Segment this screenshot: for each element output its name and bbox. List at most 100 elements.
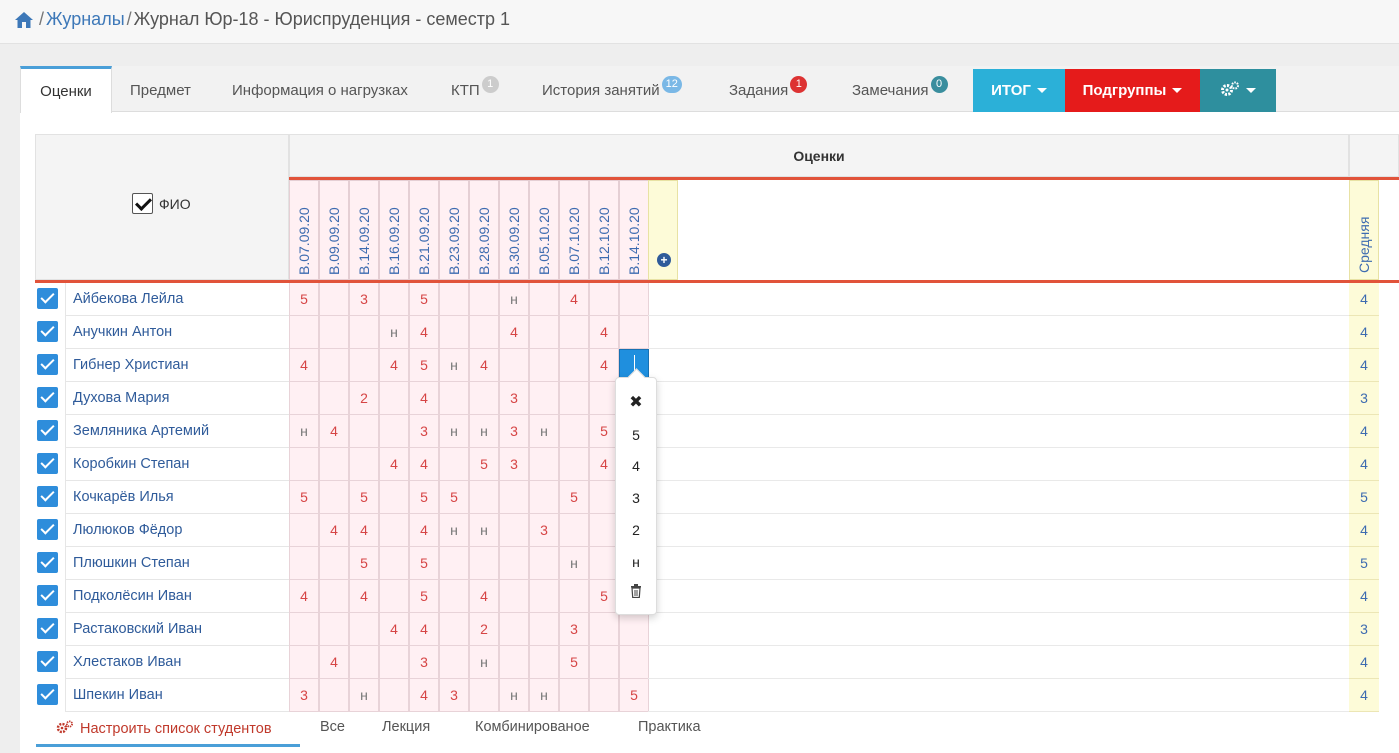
grade-cell[interactable]	[529, 613, 559, 646]
grade-cell[interactable]	[499, 514, 529, 547]
grade-cell[interactable]	[559, 580, 589, 613]
grade-cell[interactable]	[619, 316, 649, 349]
grade-cell[interactable]: 3	[499, 448, 529, 481]
tab-subject[interactable]: Предмет	[130, 66, 191, 112]
grade-cell[interactable]	[589, 679, 619, 712]
grade-cell[interactable]	[289, 316, 319, 349]
student-name-link[interactable]: Плюшкин Степан	[65, 547, 289, 580]
grade-cell[interactable]: н	[499, 283, 529, 316]
grade-cell[interactable]	[469, 316, 499, 349]
grade-cell[interactable]: 4	[409, 679, 439, 712]
tab-workload-info[interactable]: Информация о нагрузках	[232, 66, 408, 112]
grade-cell[interactable]	[499, 580, 529, 613]
grade-cell[interactable]: 5	[349, 481, 379, 514]
grade-cell[interactable]	[559, 382, 589, 415]
date-column-header[interactable]: В.07.10.20	[559, 180, 589, 280]
grade-cell[interactable]	[379, 382, 409, 415]
grade-cell[interactable]: 3	[559, 613, 589, 646]
grade-cell[interactable]	[379, 646, 409, 679]
student-checkbox[interactable]	[37, 321, 58, 342]
grade-cell[interactable]	[619, 613, 649, 646]
grade-cell[interactable]	[379, 283, 409, 316]
grade-cell[interactable]	[319, 316, 349, 349]
grade-cell[interactable]	[349, 613, 379, 646]
grade-cell[interactable]	[559, 679, 589, 712]
filter-combined[interactable]: Комбинированое	[475, 719, 590, 735]
itog-dropdown-button[interactable]: ИТОГ	[973, 69, 1065, 112]
grade-cell[interactable]: 3	[529, 514, 559, 547]
grade-cell[interactable]: 4	[409, 448, 439, 481]
student-checkbox[interactable]	[37, 420, 58, 441]
filter-lecture[interactable]: Лекция	[382, 719, 430, 735]
grade-cell[interactable]: 5	[349, 547, 379, 580]
grade-cell[interactable]	[379, 514, 409, 547]
grade-cell[interactable]	[319, 283, 349, 316]
tab-ktp[interactable]: КТП 1	[451, 66, 499, 112]
grade-cell[interactable]: н	[439, 349, 469, 382]
grade-option-absent[interactable]: н	[616, 554, 656, 570]
date-column-header[interactable]: В.30.09.20	[499, 180, 529, 280]
grade-option-5[interactable]: 5	[616, 427, 656, 443]
grade-cell[interactable]: 5	[409, 481, 439, 514]
grade-cell[interactable]	[439, 283, 469, 316]
student-name-link[interactable]: Кочкарёв Илья	[65, 481, 289, 514]
student-checkbox[interactable]	[37, 585, 58, 606]
date-column-header[interactable]: В.21.09.20	[409, 180, 439, 280]
date-column-header[interactable]: В.07.09.20	[289, 180, 319, 280]
grade-cell[interactable]: 5	[469, 448, 499, 481]
grade-cell[interactable]	[529, 382, 559, 415]
grade-cell[interactable]	[319, 547, 349, 580]
plus-circle-icon[interactable]: +	[657, 253, 671, 267]
grade-cell[interactable]	[469, 283, 499, 316]
student-name-link[interactable]: Земляника Артемий	[65, 415, 289, 448]
grade-cell[interactable]	[439, 448, 469, 481]
student-name-link[interactable]: Растаковский Иван	[65, 613, 289, 646]
grade-cell[interactable]: н	[499, 679, 529, 712]
grade-cell[interactable]: 4	[289, 580, 319, 613]
grade-cell[interactable]	[499, 349, 529, 382]
grade-cell[interactable]	[349, 646, 379, 679]
grade-cell[interactable]: 5	[559, 646, 589, 679]
date-column-header[interactable]: В.14.10.20	[619, 180, 649, 280]
grade-cell[interactable]: 3	[409, 415, 439, 448]
grade-cell[interactable]: 5	[619, 679, 649, 712]
grade-cell[interactable]	[529, 448, 559, 481]
grade-cell[interactable]: 5	[289, 283, 319, 316]
grade-cell[interactable]: 4	[349, 514, 379, 547]
grade-cell[interactable]	[379, 580, 409, 613]
subgroups-dropdown-button[interactable]: Подгруппы	[1065, 69, 1200, 112]
grade-cell[interactable]: 4	[289, 349, 319, 382]
student-checkbox[interactable]	[37, 519, 58, 540]
grade-cell[interactable]	[469, 382, 499, 415]
add-lesson-column[interactable]: +	[648, 180, 678, 280]
grade-cell[interactable]: 4	[559, 283, 589, 316]
student-name-link[interactable]: Коробкин Степан	[65, 448, 289, 481]
student-checkbox[interactable]	[37, 651, 58, 672]
date-column-header[interactable]: В.16.09.20	[379, 180, 409, 280]
student-name-link[interactable]: Анучкин Антон	[65, 316, 289, 349]
grade-cell[interactable]	[529, 646, 559, 679]
grade-cell[interactable]: н	[439, 415, 469, 448]
grade-cell[interactable]: 4	[589, 316, 619, 349]
grade-cell[interactable]	[379, 415, 409, 448]
grade-cell[interactable]: 4	[409, 613, 439, 646]
grade-cell[interactable]: 5	[409, 580, 439, 613]
grade-cell[interactable]	[439, 580, 469, 613]
grade-cell[interactable]: 4	[379, 613, 409, 646]
grade-cell[interactable]	[619, 646, 649, 679]
grade-cell[interactable]: н	[469, 646, 499, 679]
configure-students-button[interactable]: Настроить список студентов	[36, 713, 300, 747]
student-name-link[interactable]: Гибнер Христиан	[65, 349, 289, 382]
grade-cell[interactable]: н	[469, 514, 499, 547]
grade-cell[interactable]	[529, 547, 559, 580]
grade-cell[interactable]	[289, 646, 319, 679]
grade-cell[interactable]: 4	[589, 349, 619, 382]
grade-cell[interactable]	[589, 613, 619, 646]
select-all-students[interactable]: ФИО	[132, 193, 191, 214]
grade-cell[interactable]	[319, 481, 349, 514]
grade-cell[interactable]: 4	[469, 349, 499, 382]
breadcrumb-journals-link[interactable]: Журналы	[46, 9, 125, 30]
grade-cell[interactable]	[529, 316, 559, 349]
close-icon[interactable]: ✖	[616, 392, 656, 412]
date-column-header[interactable]: В.23.09.20	[439, 180, 469, 280]
